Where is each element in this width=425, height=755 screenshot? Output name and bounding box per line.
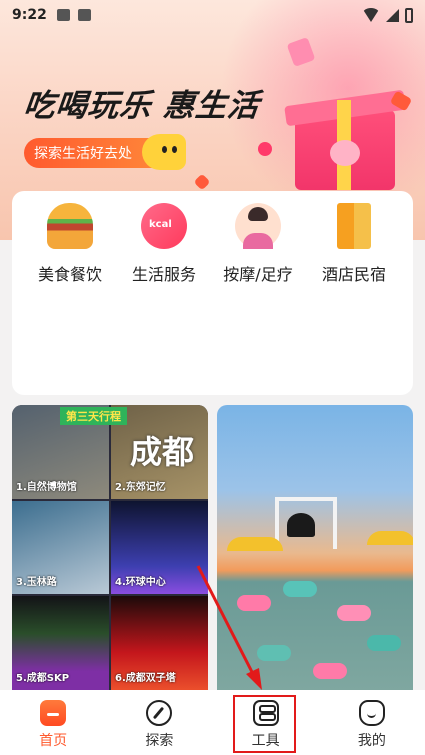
pointer-arrow-icon	[196, 565, 262, 690]
